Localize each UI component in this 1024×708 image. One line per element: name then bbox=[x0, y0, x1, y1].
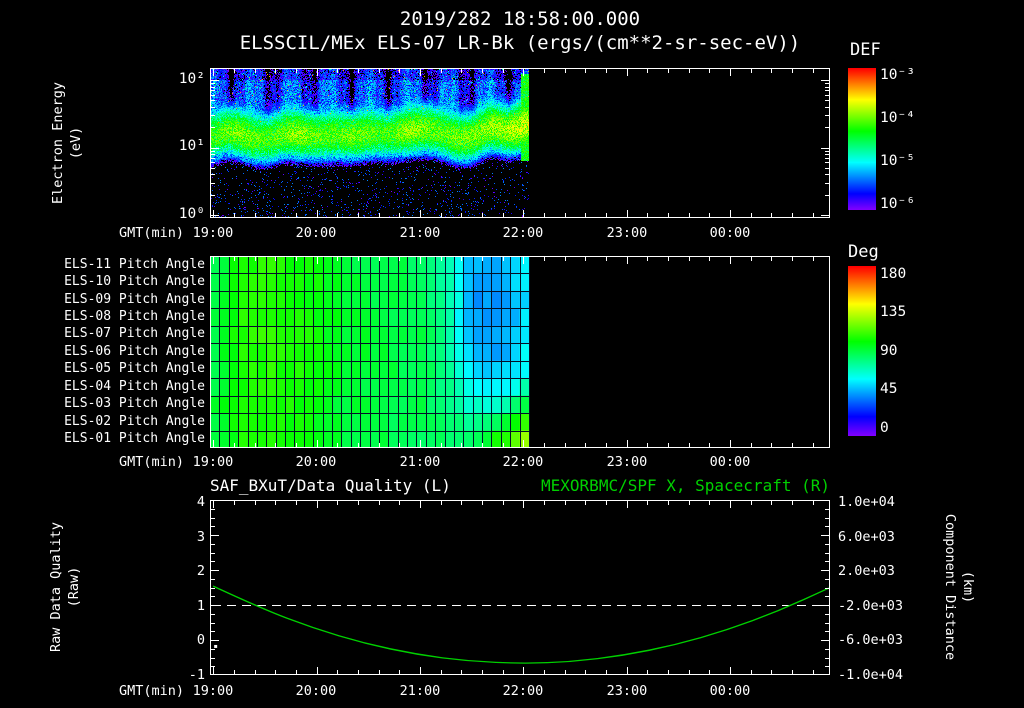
pitch-row-label: ELS-10 Pitch Angle bbox=[64, 274, 205, 289]
x-tick-label: 21:00 bbox=[399, 683, 441, 699]
timeseries-canvas bbox=[210, 500, 830, 675]
distance-axis-label: Component Distance bbox=[942, 513, 959, 661]
def-colorbar-tick: 10⁻⁵ bbox=[880, 153, 915, 169]
plot-title: ELSSCIL/MEx ELS-07 LR-Bk (ergs/(cm**2-sr… bbox=[239, 32, 801, 54]
deg-colorbar bbox=[848, 266, 876, 436]
pitch-row-label: ELS-07 Pitch Angle bbox=[64, 326, 205, 341]
deg-colorbar-tick: 90 bbox=[880, 343, 898, 359]
quality-tick: 0 bbox=[196, 632, 205, 648]
pitch-row-label: ELS-11 Pitch Angle bbox=[64, 257, 205, 272]
x-tick-label: 00:00 bbox=[709, 454, 751, 470]
plot-screen: 2019/282 18:58:00.000 ELSSCIL/MEx ELS-07… bbox=[0, 0, 1024, 708]
quality-axis-label: Raw Data Quality bbox=[47, 521, 64, 653]
x-tick-label: 00:00 bbox=[709, 225, 751, 241]
energy-axis-label: Electron Energy bbox=[49, 82, 66, 204]
pitch-row-label: ELS-02 Pitch Angle bbox=[64, 414, 205, 429]
def-colorbar-tick: 10⁻⁴ bbox=[880, 110, 915, 126]
distance-tick: 1.0e+04 bbox=[838, 494, 895, 510]
def-colorbar-tick: 10⁻³ bbox=[880, 67, 915, 83]
energy-tick: 10⁰ bbox=[178, 206, 205, 222]
quality-tick: 3 bbox=[196, 529, 205, 545]
timestamp: 2019/282 18:58:00.000 bbox=[399, 8, 641, 30]
x-tick-label: 20:00 bbox=[295, 683, 337, 699]
def-colorbar bbox=[848, 68, 876, 210]
deg-colorbar-title: Deg bbox=[848, 242, 879, 262]
quality-tick: 2 bbox=[196, 563, 205, 579]
quality-axis-units: (Raw) bbox=[65, 566, 82, 608]
deg-colorbar-tick: 180 bbox=[880, 266, 907, 282]
gmt-axis-label: GMT(min) bbox=[118, 683, 184, 699]
deg-colorbar-tick: 0 bbox=[880, 420, 889, 436]
x-tick-label: 22:00 bbox=[502, 683, 544, 699]
distance-tick: -1.0e+04 bbox=[838, 667, 904, 683]
x-tick-label: 23:00 bbox=[606, 225, 648, 241]
x-tick-label: 23:00 bbox=[606, 683, 648, 699]
deg-colorbar-tick: 45 bbox=[880, 381, 898, 397]
spacecraft-title: MEXORBMC/SPF X, Spacecraft (R) bbox=[541, 476, 830, 495]
x-tick-label: 20:00 bbox=[295, 225, 337, 241]
x-tick-label: 22:00 bbox=[502, 225, 544, 241]
pitch-row-label: ELS-09 Pitch Angle bbox=[64, 292, 205, 307]
pitch-angle-heatmap-canvas bbox=[210, 256, 830, 448]
distance-tick: 2.0e+03 bbox=[838, 563, 895, 579]
energy-spectrogram-canvas bbox=[210, 68, 830, 218]
pitch-row-label: ELS-04 Pitch Angle bbox=[64, 379, 205, 394]
x-tick-label: 19:00 bbox=[192, 454, 234, 470]
x-tick-label: 00:00 bbox=[709, 683, 751, 699]
pitch-row-label: ELS-05 Pitch Angle bbox=[64, 361, 205, 376]
x-tick-label: 22:00 bbox=[502, 454, 544, 470]
x-tick-label: 21:00 bbox=[399, 454, 441, 470]
distance-tick: -6.0e+03 bbox=[838, 632, 904, 648]
pitch-row-label: ELS-06 Pitch Angle bbox=[64, 344, 205, 359]
x-tick-label: 21:00 bbox=[399, 225, 441, 241]
energy-axis-units: (eV) bbox=[67, 126, 84, 160]
quality-tick: 4 bbox=[196, 494, 205, 510]
x-tick-label: 19:00 bbox=[192, 683, 234, 699]
pitch-row-label: ELS-03 Pitch Angle bbox=[64, 396, 205, 411]
x-tick-label: 20:00 bbox=[295, 454, 337, 470]
quality-tick: -1 bbox=[188, 667, 205, 683]
pitch-row-label: ELS-01 Pitch Angle bbox=[64, 431, 205, 446]
gmt-axis-label: GMT(min) bbox=[118, 225, 184, 241]
distance-tick: -2.0e+03 bbox=[838, 598, 904, 614]
deg-colorbar-tick: 135 bbox=[880, 304, 907, 320]
quality-title: SAF_BXuT/Data Quality (L) bbox=[210, 476, 451, 495]
distance-axis-units: (km) bbox=[960, 570, 977, 604]
energy-tick: 10² bbox=[178, 71, 205, 87]
def-colorbar-tick: 10⁻⁶ bbox=[880, 196, 915, 212]
def-colorbar-title: DEF bbox=[850, 40, 881, 60]
x-tick-label: 23:00 bbox=[606, 454, 648, 470]
pitch-row-label: ELS-08 Pitch Angle bbox=[64, 309, 205, 324]
gmt-axis-label: GMT(min) bbox=[118, 454, 184, 470]
energy-tick: 10¹ bbox=[178, 138, 205, 154]
quality-tick: 1 bbox=[196, 598, 205, 614]
x-tick-label: 19:00 bbox=[192, 225, 234, 241]
distance-tick: 6.0e+03 bbox=[838, 529, 895, 545]
